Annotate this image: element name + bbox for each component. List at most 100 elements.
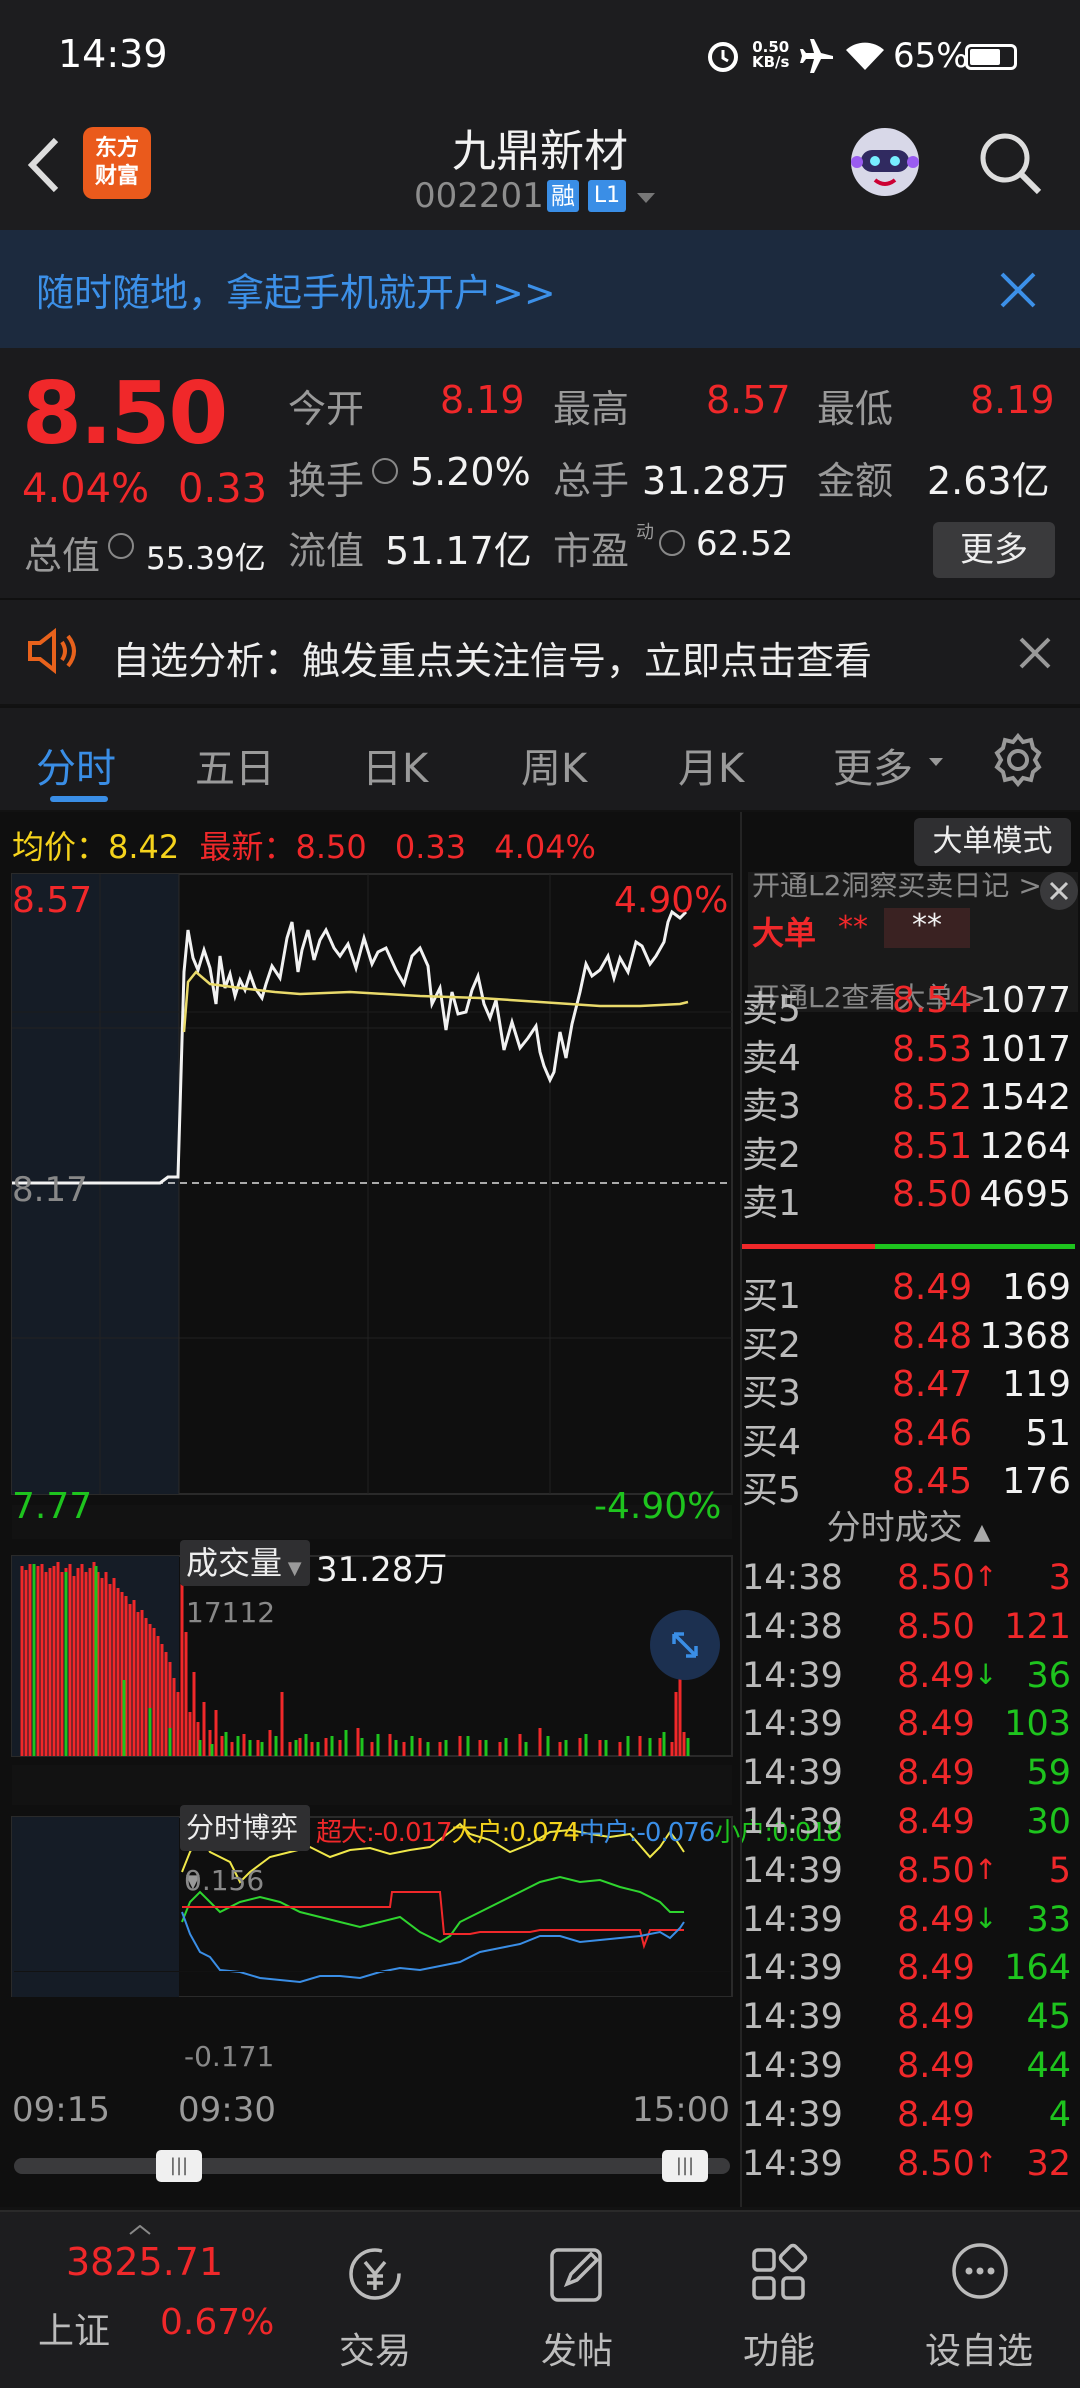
order-book-ask-row[interactable]: 卖4 8.53 1017	[742, 1029, 1075, 1079]
trade-time: 14:39	[742, 1655, 843, 1696]
high-value: 8.57	[706, 378, 791, 422]
range-handle-right[interactable]: |||	[662, 2150, 708, 2182]
trade-price: 8.49	[897, 1899, 975, 1940]
notice-text[interactable]: 自选分析：触发重点关注信号，立即点击查看	[112, 630, 872, 685]
order-book-bid-row[interactable]: 买1 8.49 169	[742, 1267, 1075, 1317]
tab-intraday[interactable]: 分时	[36, 736, 116, 794]
order-volume: 176	[1002, 1461, 1071, 1502]
mktcap-label: 总值	[24, 534, 101, 578]
trade-volume: 45	[1026, 1997, 1071, 2038]
info-icon[interactable]	[659, 530, 685, 556]
pe-sup: 动	[636, 522, 654, 543]
order-book-ask-row[interactable]: 卖2 8.51 1264	[742, 1125, 1075, 1176]
grid-apps-icon	[752, 2243, 808, 2300]
index-pct[interactable]: 0.67%	[160, 2302, 274, 2343]
trade-row: 14:39 8.49 45	[742, 1997, 1075, 2046]
dropdown-icon[interactable]	[635, 190, 657, 209]
range-handle-left[interactable]: |||	[156, 2150, 202, 2182]
trade-price: 8.49	[897, 1997, 975, 2038]
volume-value: 31.28万	[642, 459, 789, 503]
chart-top-price: 8.57	[12, 880, 93, 921]
index-name[interactable]: 上证	[38, 2302, 110, 2354]
settings-gear-icon[interactable]	[990, 732, 1046, 792]
order-book-ask-row[interactable]: 卖3 8.52 1542	[742, 1077, 1075, 1127]
close-icon[interactable]	[1040, 872, 1078, 910]
open-account-banner[interactable]: 随时随地，拿起手机就开户>>	[0, 230, 1080, 348]
chart-top-pct: 4.90%	[614, 880, 729, 921]
l2-stars1: **	[838, 910, 868, 945]
tab-weekly-k[interactable]: 周K	[521, 736, 587, 794]
trade-time: 14:39	[742, 2094, 843, 2135]
order-book-bid-row[interactable]: 买3 8.47 119	[742, 1364, 1075, 1414]
trade-volume: 3	[1048, 1558, 1071, 1598]
back-icon[interactable]	[20, 130, 70, 200]
trade-arrow: ↓	[974, 1657, 998, 1691]
game-indicator-select[interactable]: 分时博弈 ▼	[180, 1805, 310, 1892]
order-book-ask-row[interactable]: 卖1 8.50 4695	[742, 1174, 1075, 1224]
big-order-mode-button[interactable]: 大单模式	[914, 818, 1071, 866]
order-book-ask-row[interactable]: 卖5 8.54 1077	[742, 980, 1075, 1030]
tab-five-day[interactable]: 五日	[195, 736, 275, 794]
trade-price: 8.49	[897, 1948, 975, 1989]
expand-icon[interactable]	[650, 1610, 720, 1680]
volume-indicator-select[interactable]: 成交量 ▼	[180, 1540, 310, 1586]
trade-time: 14:39	[742, 1753, 843, 1794]
stock-code: 002201	[414, 176, 544, 216]
tab-daily-k[interactable]: 日K	[362, 736, 428, 794]
more-dots-icon	[952, 2243, 1008, 2299]
signal-notice[interactable]: 自选分析：触发重点关注信号，立即点击查看	[0, 598, 1080, 704]
dropdown-icon[interactable]	[928, 752, 944, 771]
nav-functions-label: 功能	[742, 2331, 815, 2372]
close-icon[interactable]	[998, 270, 1038, 314]
order-level-label: 卖3	[742, 1086, 801, 1127]
order-level-label: 卖2	[742, 1134, 801, 1176]
tab-more[interactable]: 更多	[833, 736, 913, 794]
nav-trade-label: 交易	[338, 2331, 411, 2372]
trade-arrow: ↑	[974, 1560, 998, 1593]
index-value[interactable]: 3825.71	[66, 2240, 223, 2284]
trade-arrow: ↑	[974, 2145, 998, 2179]
l2-tip-line1[interactable]: 开通L2洞察买卖日记 >	[752, 872, 1042, 904]
order-level-label: 买3	[742, 1373, 801, 1414]
float-label: 流值	[288, 529, 365, 573]
trade-row: 14:39 8.49 4	[742, 2095, 1075, 2144]
trades-header[interactable]: 分时成交 ▲	[742, 1500, 1075, 1549]
order-price: 8.54	[892, 980, 973, 1021]
info-icon[interactable]	[372, 458, 398, 484]
order-volume: 1264	[979, 1125, 1071, 1167]
trade-price: 8.49	[897, 1704, 975, 1745]
yuan-exchange-icon	[349, 2248, 401, 2300]
battery-icon	[965, 44, 1017, 70]
robot-assistant-icon[interactable]	[845, 122, 925, 202]
order-book-bid-row[interactable]: 买4 8.46 51	[742, 1412, 1075, 1463]
trade-price: 8.49	[897, 2094, 975, 2135]
airplane-icon	[798, 38, 836, 78]
order-book-bid-row[interactable]: 买2 8.48 1368	[742, 1315, 1075, 1366]
volume-label: 总手	[553, 459, 630, 503]
time-range-scrollbar[interactable]	[14, 2158, 730, 2174]
volume-total: 31.28万	[316, 1550, 448, 1590]
order-price: 8.51	[892, 1125, 973, 1167]
trade-volume: 33	[1026, 1899, 1071, 1940]
banner-text[interactable]: 随时随地，拿起手机就开户>>	[36, 262, 556, 317]
status-bar: 14:39 0.50 KB/s 65%	[0, 0, 1080, 110]
more-button[interactable]: 更多	[933, 522, 1055, 578]
tab-monthly-k[interactable]: 月K	[678, 736, 744, 794]
trade-time: 14:39	[742, 1899, 843, 1940]
header: 东方 财富 九鼎新材 002201 融 L1	[0, 110, 1080, 230]
order-price: 8.46	[892, 1412, 973, 1454]
close-icon[interactable]	[1018, 636, 1052, 674]
info-icon[interactable]	[108, 533, 134, 559]
open-value: 8.19	[440, 378, 525, 422]
order-price: 8.50	[892, 1174, 973, 1215]
l2-stars2: **	[884, 908, 970, 948]
trade-time: 14:39	[742, 1997, 843, 2038]
order-level-label: 卖5	[742, 989, 801, 1030]
high-label: 最高	[553, 387, 630, 431]
order-volume: 1368	[979, 1315, 1071, 1357]
trade-row: 14:39 8.50 ↑ 32	[742, 2144, 1075, 2193]
trade-volume: 36	[1026, 1655, 1071, 1696]
search-icon[interactable]	[975, 128, 1045, 202]
latest-pct: 4.04%	[494, 828, 596, 866]
order-level-label: 卖4	[742, 1037, 801, 1079]
